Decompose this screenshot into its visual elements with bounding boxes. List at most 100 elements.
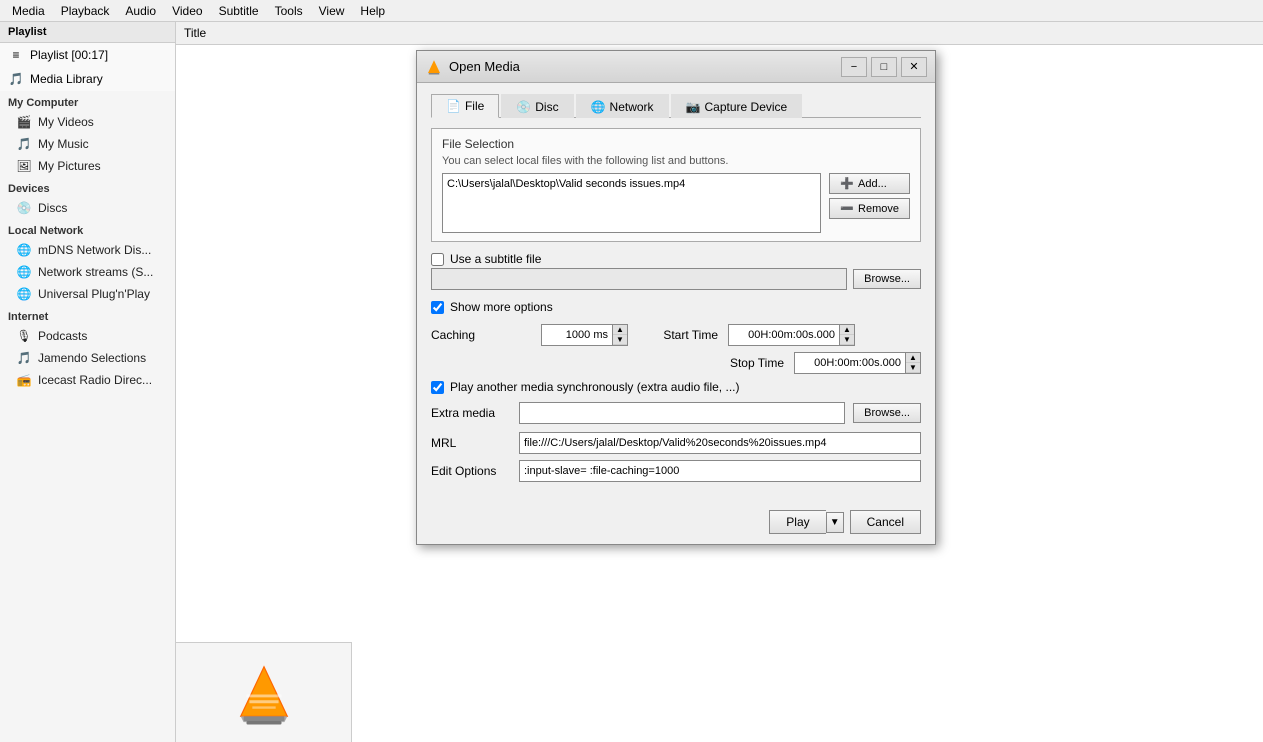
dialog-footer: Play ▼ Cancel	[417, 502, 935, 544]
internet-section: Internet	[0, 305, 175, 325]
media-library-label: Media Library	[30, 72, 103, 86]
remove-button[interactable]: ➖ Remove	[829, 198, 910, 219]
my-pictures-icon: 🖼	[16, 158, 32, 174]
subtitle-row: Use a subtitle file	[431, 252, 921, 266]
mrl-row: MRL file:///C:/Users/jalal/Desktop/Valid…	[431, 432, 921, 454]
dialog-controls: − □ ✕	[841, 57, 927, 77]
dialog-title-text: Open Media	[449, 59, 520, 74]
caching-up-button[interactable]: ▲	[613, 325, 627, 335]
my-videos-icon: 🎬	[16, 114, 32, 130]
close-button[interactable]: ✕	[901, 57, 927, 77]
file-selection-title: File Selection	[442, 137, 910, 151]
sidebar-item-jamendo[interactable]: 🎵 Jamendo Selections	[0, 347, 175, 369]
start-time-down-button[interactable]: ▼	[840, 335, 854, 345]
tab-network[interactable]: 🌐 Network	[576, 94, 669, 118]
sidebar: Playlist ≡ Playlist [00:17] 🎵 Media Libr…	[0, 22, 176, 742]
subtitle-browse-button[interactable]: Browse...	[853, 269, 921, 289]
network-streams-icon: 🌐	[16, 264, 32, 280]
sidebar-item-my-music[interactable]: 🎵 My Music	[0, 133, 175, 155]
sidebar-item-my-pictures[interactable]: 🖼 My Pictures	[0, 155, 175, 177]
devices-section: Devices	[0, 177, 175, 197]
jamendo-label: Jamendo Selections	[38, 351, 146, 365]
file-list-box[interactable]: C:\Users\jalal\Desktop\Valid seconds iss…	[442, 173, 821, 233]
caching-input[interactable]	[542, 327, 612, 343]
sidebar-item-my-videos[interactable]: 🎬 My Videos	[0, 111, 175, 133]
extra-media-input[interactable]	[519, 402, 845, 424]
tab-file-label: File	[465, 99, 484, 113]
playlist-item-label: Playlist [00:17]	[30, 48, 108, 62]
menu-subtitle[interactable]: Subtitle	[211, 2, 267, 20]
podcasts-icon: 🎙	[16, 328, 32, 344]
subtitle-file-row: Browse...	[431, 268, 921, 290]
show-more-label-text: Show more options	[450, 300, 553, 314]
file-tab-icon: 📄	[446, 99, 461, 113]
tab-capture-device[interactable]: 📷 Capture Device	[671, 94, 803, 118]
sidebar-item-icecast[interactable]: 📻 Icecast Radio Direc...	[0, 369, 175, 391]
tab-network-label: Network	[610, 100, 654, 114]
tab-disc[interactable]: 💿 Disc	[501, 94, 573, 118]
tab-file[interactable]: 📄 File	[431, 94, 499, 118]
stop-time-input[interactable]: 00H:00m:00s.000	[795, 355, 905, 371]
sync-label-text: Play another media synchronously (extra …	[450, 380, 739, 394]
add-button[interactable]: ➕ Add...	[829, 173, 910, 194]
file-selection-desc: You can select local files with the foll…	[442, 155, 910, 167]
edit-options-label: Edit Options	[431, 464, 511, 478]
sidebar-item-upnp[interactable]: 🌐 Universal Plug'n'Play	[0, 283, 175, 305]
start-time-input[interactable]: 00H:00m:00s.000	[729, 327, 839, 343]
file-list-item: C:\Users\jalal\Desktop\Valid seconds iss…	[447, 178, 816, 190]
maximize-button[interactable]: □	[871, 57, 897, 77]
start-time-up-button[interactable]: ▲	[840, 325, 854, 335]
menu-audio[interactable]: Audio	[117, 2, 164, 20]
caching-spin-buttons: ▲ ▼	[612, 325, 627, 345]
subtitle-checkbox[interactable]	[431, 253, 444, 266]
icecast-icon: 📻	[16, 372, 32, 388]
menu-playback[interactable]: Playback	[53, 2, 118, 20]
extra-media-label: Extra media	[431, 406, 511, 420]
sidebar-item-discs[interactable]: 💿 Discs	[0, 197, 175, 219]
show-more-checkbox[interactable]	[431, 301, 444, 314]
subtitle-checkbox-label[interactable]: Use a subtitle file	[450, 252, 541, 266]
menu-view[interactable]: View	[311, 2, 353, 20]
more-options-section: Caching ▲ ▼ Start Time 00H:00m:00s.000	[431, 324, 921, 482]
remove-icon: ➖	[840, 202, 854, 215]
dialog-titlebar: Open Media − □ ✕	[417, 51, 935, 83]
menu-bar: Media Playback Audio Video Subtitle Tool…	[0, 0, 1263, 22]
start-time-spinbox: 00H:00m:00s.000 ▲ ▼	[728, 324, 855, 346]
caching-row: Caching ▲ ▼ Start Time 00H:00m:00s.000	[431, 324, 921, 346]
sidebar-item-mdns[interactable]: 🌐 mDNS Network Dis...	[0, 239, 175, 261]
menu-video[interactable]: Video	[164, 2, 210, 20]
play-button[interactable]: Play	[769, 510, 825, 534]
sidebar-item-media-library[interactable]: 🎵 Media Library	[0, 67, 175, 91]
menu-media[interactable]: Media	[4, 2, 53, 20]
play-dropdown-button[interactable]: ▼	[826, 512, 844, 533]
caching-down-button[interactable]: ▼	[613, 335, 627, 345]
mrl-input[interactable]: file:///C:/Users/jalal/Desktop/Valid%20s…	[519, 432, 921, 454]
stop-time-down-button[interactable]: ▼	[906, 363, 920, 373]
edit-options-input[interactable]: :input-slave= :file-caching=1000	[519, 460, 921, 482]
podcasts-label: Podcasts	[38, 329, 87, 343]
tab-capture-label: Capture Device	[705, 100, 788, 114]
play-button-group: Play ▼	[769, 510, 843, 534]
menu-tools[interactable]: Tools	[267, 2, 311, 20]
sync-row: Play another media synchronously (extra …	[431, 380, 921, 394]
network-streams-label: Network streams (S...	[38, 265, 153, 279]
my-pictures-label: My Pictures	[38, 159, 101, 173]
file-selection-box: File Selection You can select local file…	[431, 128, 921, 242]
minimize-button[interactable]: −	[841, 57, 867, 77]
menu-help[interactable]: Help	[352, 2, 393, 20]
extra-browse-button[interactable]: Browse...	[853, 403, 921, 423]
sync-label[interactable]: Play another media synchronously (extra …	[450, 380, 739, 394]
sidebar-item-podcasts[interactable]: 🎙 Podcasts	[0, 325, 175, 347]
network-tab-icon: 🌐	[591, 100, 606, 114]
show-more-label[interactable]: Show more options	[450, 300, 553, 314]
playlist-header: Playlist	[0, 22, 175, 43]
dialog-tabs: 📄 File 💿 Disc 🌐 Network 📷	[431, 93, 921, 118]
sidebar-item-network-streams[interactable]: 🌐 Network streams (S...	[0, 261, 175, 283]
discs-label: Discs	[38, 201, 67, 215]
sidebar-item-playlist[interactable]: ≡ Playlist [00:17]	[0, 43, 175, 67]
cancel-button[interactable]: Cancel	[850, 510, 921, 534]
stop-time-up-button[interactable]: ▲	[906, 353, 920, 363]
sync-checkbox[interactable]	[431, 381, 444, 394]
my-computer-section: My Computer	[0, 91, 175, 111]
subtitle-file-input[interactable]	[431, 268, 847, 290]
